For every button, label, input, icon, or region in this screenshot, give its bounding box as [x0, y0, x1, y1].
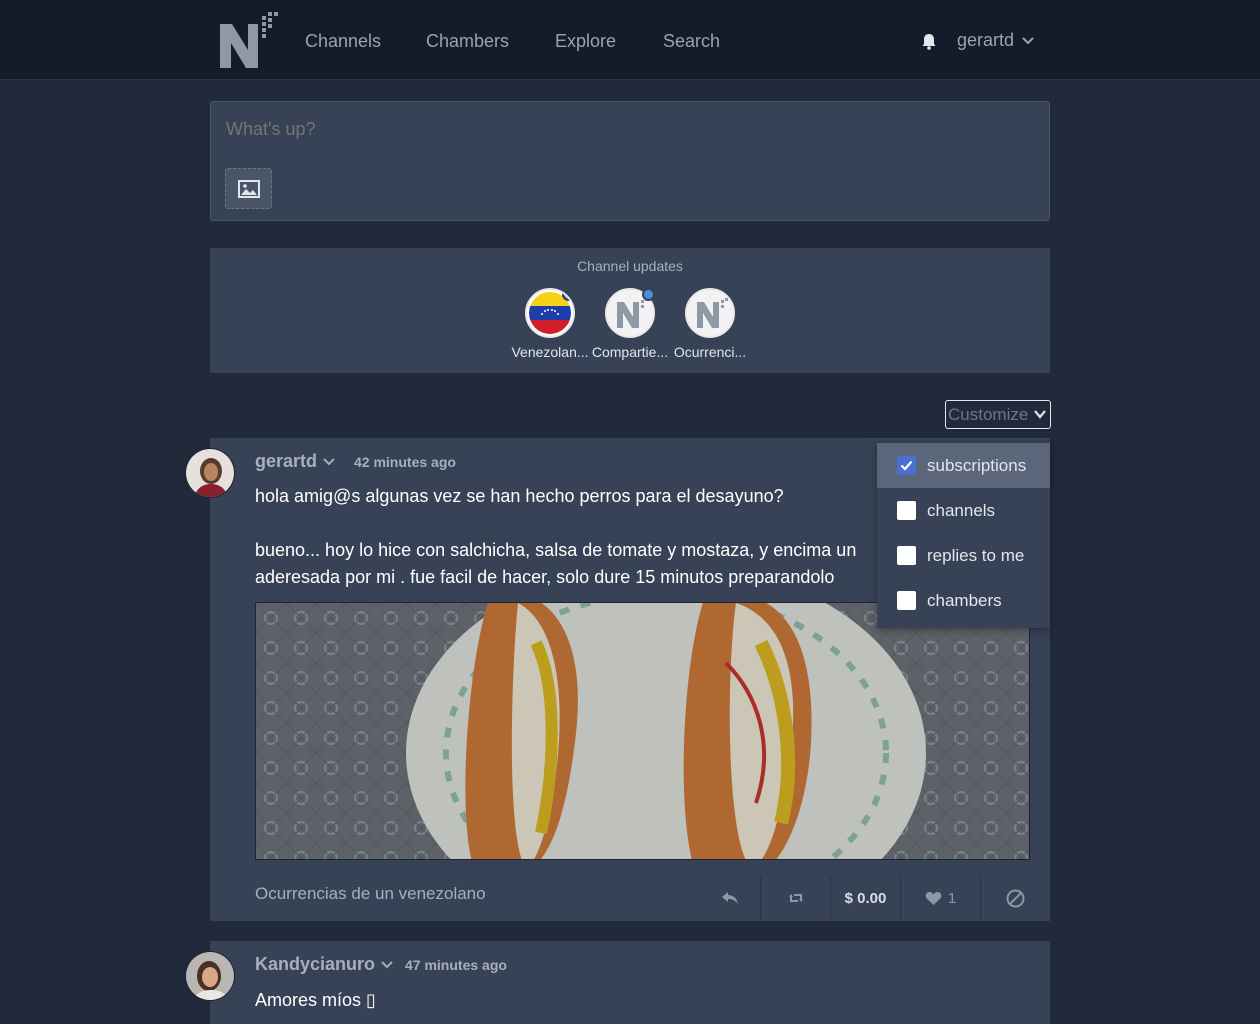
post-text-line: bueno... hoy lo hice con salchicha, sals…: [255, 540, 857, 560]
chevron-down-icon: [381, 960, 393, 968]
filter-option-subscriptions[interactable]: subscriptions: [877, 443, 1050, 488]
channel-updates-title: Channel updates: [577, 258, 683, 274]
filter-option-replies[interactable]: replies to me: [877, 533, 1050, 578]
customize-label: Customize: [948, 404, 1029, 424]
channel-avatar: [525, 288, 575, 338]
filter-option-label: subscriptions: [927, 455, 1027, 475]
block-button[interactable]: [980, 876, 1050, 920]
attach-image-button[interactable]: [225, 168, 272, 209]
author-name: gerartd: [255, 451, 318, 471]
channel-avatar: [685, 288, 735, 338]
post-image[interactable]: [255, 602, 1030, 860]
like-count: 1: [947, 889, 957, 907]
checkbox[interactable]: [897, 546, 916, 565]
post-author[interactable]: gerartd: [255, 451, 335, 472]
chevron-down-icon: [1022, 36, 1034, 44]
heart-icon: [925, 891, 942, 905]
earnings-amount: $ 0.00: [844, 889, 887, 907]
like-button[interactable]: 1: [900, 876, 980, 920]
filter-option-label: chambers: [927, 590, 1002, 610]
filter-option-label: channels: [927, 500, 996, 520]
post-channel-link[interactable]: Ocurrencias de un venezolano: [255, 884, 486, 904]
customize-select[interactable]: Customize: [945, 400, 1051, 429]
user-menu[interactable]: gerartd: [957, 30, 1034, 51]
post-timestamp[interactable]: 47 minutes ago: [405, 957, 507, 973]
checkmark-icon: [900, 460, 913, 471]
reply-button[interactable]: [700, 876, 760, 920]
filter-option-chambers[interactable]: chambers: [877, 578, 1050, 623]
minds-logo[interactable]: [218, 10, 280, 70]
channel-name: Compartie...: [591, 344, 669, 360]
author-name: Kandycianuro: [255, 954, 376, 974]
channel-avatar: [605, 288, 655, 338]
post-timestamp[interactable]: 42 minutes ago: [354, 454, 456, 470]
post-composer: [210, 101, 1050, 221]
nav-channels[interactable]: Channels: [305, 31, 381, 52]
post-actions: $ 0.00 1: [700, 876, 1050, 920]
feed-post: Kandycianuro 47 minutes ago Amores míos …: [185, 941, 1050, 1024]
unread-dot: [562, 290, 573, 301]
post-text-line: hola amig@s algunas vez se han hecho per…: [255, 486, 784, 506]
filter-option-channels[interactable]: channels: [877, 488, 1050, 533]
username: gerartd: [957, 30, 1015, 50]
remind-button[interactable]: [760, 876, 830, 920]
author-avatar[interactable]: [185, 951, 235, 1001]
nav-search[interactable]: Search: [663, 31, 720, 52]
minds-logo-icon: [697, 298, 728, 328]
bell-icon[interactable]: [920, 32, 938, 50]
unread-dot: [642, 288, 655, 301]
chevron-down-icon: [1034, 410, 1046, 419]
customize-menu: subscriptions channels replies to me cha…: [877, 443, 1050, 628]
top-navbar: Channels Chambers Explore Search gerartd: [0, 0, 1260, 80]
checkbox[interactable]: [897, 591, 916, 610]
channel-update-item[interactable]: Ocurrenci...: [670, 288, 750, 360]
channel-update-item[interactable]: Venezolan...: [510, 288, 590, 360]
reply-icon: [722, 892, 738, 904]
checkbox[interactable]: [897, 456, 916, 475]
filter-option-label: replies to me: [927, 545, 1025, 565]
block-icon: [1006, 889, 1025, 907]
checkbox[interactable]: [897, 501, 916, 520]
channel-name: Ocurrenci...: [673, 344, 747, 360]
nav-chambers[interactable]: Chambers: [426, 31, 509, 52]
channel-name: Venezolan...: [511, 344, 589, 360]
post-author[interactable]: Kandycianuro: [255, 954, 393, 975]
chevron-down-icon: [323, 457, 335, 465]
wire-button[interactable]: $ 0.00: [830, 876, 900, 920]
image-icon: [237, 179, 260, 198]
channel-updates: Channel updates Venezolan... Compartie..…: [210, 248, 1050, 373]
author-avatar[interactable]: [185, 448, 235, 498]
composer-input[interactable]: [226, 119, 1026, 140]
repost-icon: [788, 894, 803, 902]
post-text-line: Amores míos ▯: [255, 990, 376, 1010]
channel-update-item[interactable]: Compartie...: [590, 288, 670, 360]
nav-explore[interactable]: Explore: [555, 31, 616, 52]
post-text-line: aderesada por mi . fue facil de hacer, s…: [255, 567, 835, 587]
